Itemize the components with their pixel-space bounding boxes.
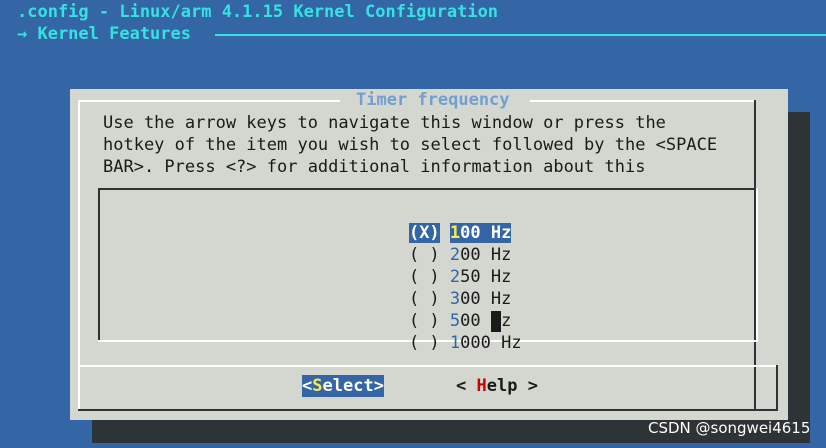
option-label: 000 Hz <box>460 333 522 353</box>
dialog-description-line: BAR>. Press <?> for additional informati… <box>103 157 646 177</box>
page-title: .config - Linux/arm 4.1.15 Kernel Config… <box>17 2 499 22</box>
help-label: elp <box>486 376 518 396</box>
terminal-cursor <box>491 311 501 332</box>
breadcrumb: → Kernel Features <box>17 24 191 44</box>
radio-mark: ( ) <box>408 333 440 353</box>
button-bar <box>78 365 780 413</box>
select-label: elect <box>322 376 374 396</box>
button-bar-border-left <box>78 365 80 411</box>
button-bar-border-bottom <box>78 409 778 411</box>
watermark: CSDN @songwei4615 <box>648 419 811 437</box>
button-bar-border-right <box>776 365 778 411</box>
dialog-description-line: hotkey of the item you wish to select fo… <box>103 135 718 155</box>
help-open-bracket: < <box>456 376 477 396</box>
help-close-bracket: > <box>517 376 538 396</box>
dialog-border-top-left <box>78 100 340 102</box>
select-close-bracket: > <box>373 376 384 396</box>
list-border-top <box>98 188 758 190</box>
select-button[interactable]: <Select> <box>302 375 384 397</box>
breadcrumb-rule <box>215 34 826 36</box>
list-border-left <box>98 188 100 342</box>
option-hotkey: 1 <box>449 333 461 353</box>
dialog-title: Timer frequency <box>348 89 518 111</box>
dialog-border-top-right <box>530 100 754 102</box>
select-hotkey: S <box>312 376 323 396</box>
help-button[interactable]: < Help > <box>456 375 538 397</box>
help-hotkey: H <box>476 376 487 396</box>
timer-frequency-dialog: Timer frequency Use the arrow keys to na… <box>70 89 788 420</box>
select-open-bracket: < <box>302 376 313 396</box>
dialog-description-line: Use the arrow keys to navigate this wind… <box>103 113 666 133</box>
button-bar-border-top <box>78 365 778 367</box>
list-border-right <box>756 188 758 342</box>
